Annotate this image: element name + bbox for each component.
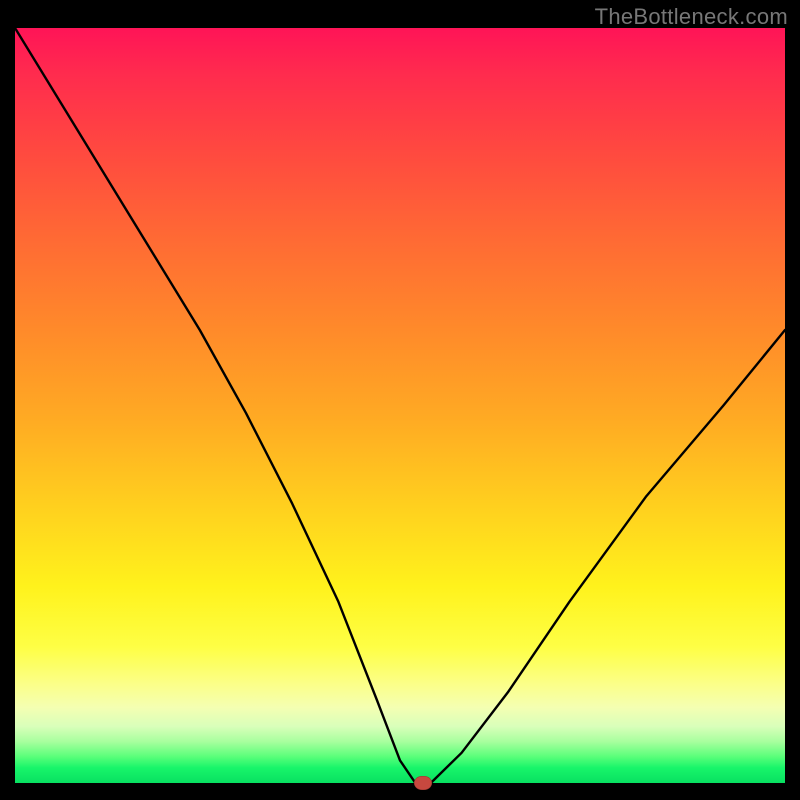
- watermark-text: TheBottleneck.com: [595, 4, 788, 30]
- chart-stage: TheBottleneck.com: [0, 0, 800, 800]
- plot-area: [15, 28, 785, 783]
- bottleneck-curve: [15, 28, 785, 783]
- curve-path: [15, 28, 785, 783]
- optimal-point-marker: [414, 776, 432, 790]
